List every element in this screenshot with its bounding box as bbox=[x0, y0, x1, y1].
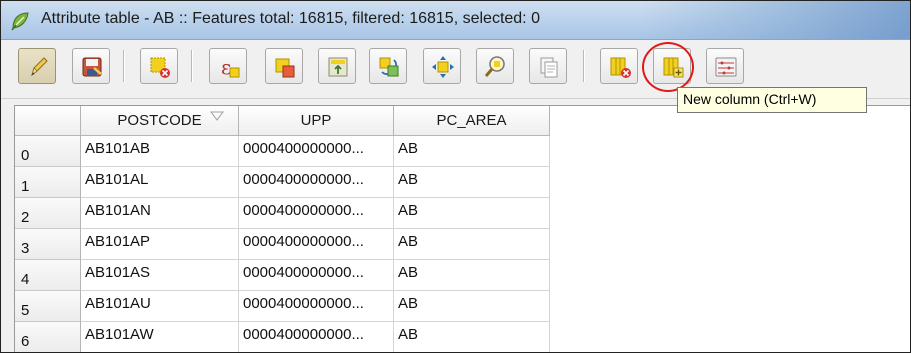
title-bar[interactable]: Attribute table - AB :: Features total: … bbox=[1, 1, 910, 40]
cell-upp[interactable]: 0000400000000... bbox=[239, 322, 394, 352]
pencil-icon bbox=[31, 57, 48, 77]
cell-pc-area[interactable]: AB bbox=[394, 136, 550, 167]
row-header[interactable]: 3 bbox=[15, 229, 81, 260]
delete-selected-features-icon bbox=[150, 57, 170, 78]
row-header[interactable]: 6 bbox=[15, 322, 81, 352]
field-calculator-icon bbox=[715, 57, 737, 77]
save-edits-button[interactable] bbox=[72, 48, 110, 84]
row-header[interactable]: 0 bbox=[15, 136, 81, 167]
invert-selection-icon bbox=[379, 57, 399, 77]
column-header-pc-area[interactable]: PC_AREA bbox=[394, 106, 550, 136]
column-header-label: POSTCODE bbox=[117, 112, 202, 129]
cell-pc-area[interactable]: AB bbox=[394, 291, 550, 322]
column-header-label: PC_AREA bbox=[436, 112, 507, 129]
row-header[interactable]: 2 bbox=[15, 198, 81, 229]
cell-postcode[interactable]: AB101AB bbox=[81, 136, 239, 167]
cell-upp[interactable]: 0000400000000... bbox=[239, 198, 394, 229]
qgis-leaf-icon bbox=[11, 12, 29, 31]
cell-postcode[interactable]: AB101AW bbox=[81, 322, 239, 352]
expression-epsilon-icon: ε bbox=[221, 55, 240, 79]
cell-postcode[interactable]: AB101AL bbox=[81, 167, 239, 198]
toggle-editing-button[interactable] bbox=[18, 48, 56, 84]
window-title: Attribute table - AB :: Features total: … bbox=[41, 10, 540, 27]
cell-upp[interactable]: 0000400000000... bbox=[239, 136, 394, 167]
column-header-upp[interactable]: UPP bbox=[239, 106, 394, 136]
cell-upp[interactable]: 0000400000000... bbox=[239, 167, 394, 198]
row-header[interactable]: 5 bbox=[15, 291, 81, 322]
cell-postcode[interactable]: AB101AP bbox=[81, 229, 239, 260]
toolbar-separator bbox=[583, 50, 585, 82]
table-corner-button[interactable] bbox=[15, 106, 81, 136]
cell-postcode[interactable]: AB101AN bbox=[81, 198, 239, 229]
toolbar-separator bbox=[123, 50, 125, 82]
toolbar-separator bbox=[191, 50, 193, 82]
column-header-label: UPP bbox=[300, 112, 332, 129]
copy-rows-icon bbox=[540, 57, 558, 78]
row-header[interactable]: 4 bbox=[15, 260, 81, 291]
pan-to-selected-icon bbox=[432, 56, 454, 78]
row-header[interactable]: 1 bbox=[15, 167, 81, 198]
cell-pc-area[interactable]: AB bbox=[394, 198, 550, 229]
attribute-table-window: Attribute table - AB :: Features total: … bbox=[0, 0, 911, 353]
cell-upp[interactable]: 0000400000000... bbox=[239, 291, 394, 322]
invert-selection-button[interactable] bbox=[369, 48, 407, 84]
new-column-highlight-circle bbox=[642, 42, 694, 92]
move-selection-to-top-button[interactable] bbox=[318, 48, 356, 84]
attribute-table-grid[interactable]: POSTCODE UPP PC_AREA 0 AB101AB 000040000… bbox=[14, 105, 910, 352]
save-edits-icon bbox=[82, 57, 102, 77]
unselect-all-button[interactable] bbox=[265, 48, 303, 84]
unselect-all-icon bbox=[275, 58, 295, 78]
cell-pc-area[interactable]: AB bbox=[394, 229, 550, 260]
cell-upp[interactable]: 0000400000000... bbox=[239, 260, 394, 291]
field-calculator-button[interactable] bbox=[706, 48, 744, 84]
delete-selected-button[interactable] bbox=[140, 48, 178, 84]
cell-pc-area[interactable]: AB bbox=[394, 322, 550, 352]
delete-column-button[interactable] bbox=[600, 48, 638, 84]
cell-pc-area[interactable]: AB bbox=[394, 167, 550, 198]
delete-column-icon bbox=[610, 57, 631, 78]
copy-selected-rows-button[interactable] bbox=[529, 48, 567, 84]
column-header-postcode[interactable]: POSTCODE bbox=[81, 106, 239, 136]
cell-postcode[interactable]: AB101AU bbox=[81, 291, 239, 322]
pan-map-to-selected-button[interactable] bbox=[423, 48, 461, 84]
zoom-to-selected-icon bbox=[484, 56, 505, 77]
zoom-map-to-selected-button[interactable] bbox=[476, 48, 514, 84]
select-by-expression-button[interactable]: ε bbox=[209, 48, 247, 84]
new-column-tooltip: New column (Ctrl+W) bbox=[677, 87, 867, 113]
cell-postcode[interactable]: AB101AS bbox=[81, 260, 239, 291]
cell-upp[interactable]: 0000400000000... bbox=[239, 229, 394, 260]
sort-indicator-icon bbox=[210, 111, 224, 121]
move-selection-top-icon bbox=[328, 57, 348, 77]
cell-pc-area[interactable]: AB bbox=[394, 260, 550, 291]
